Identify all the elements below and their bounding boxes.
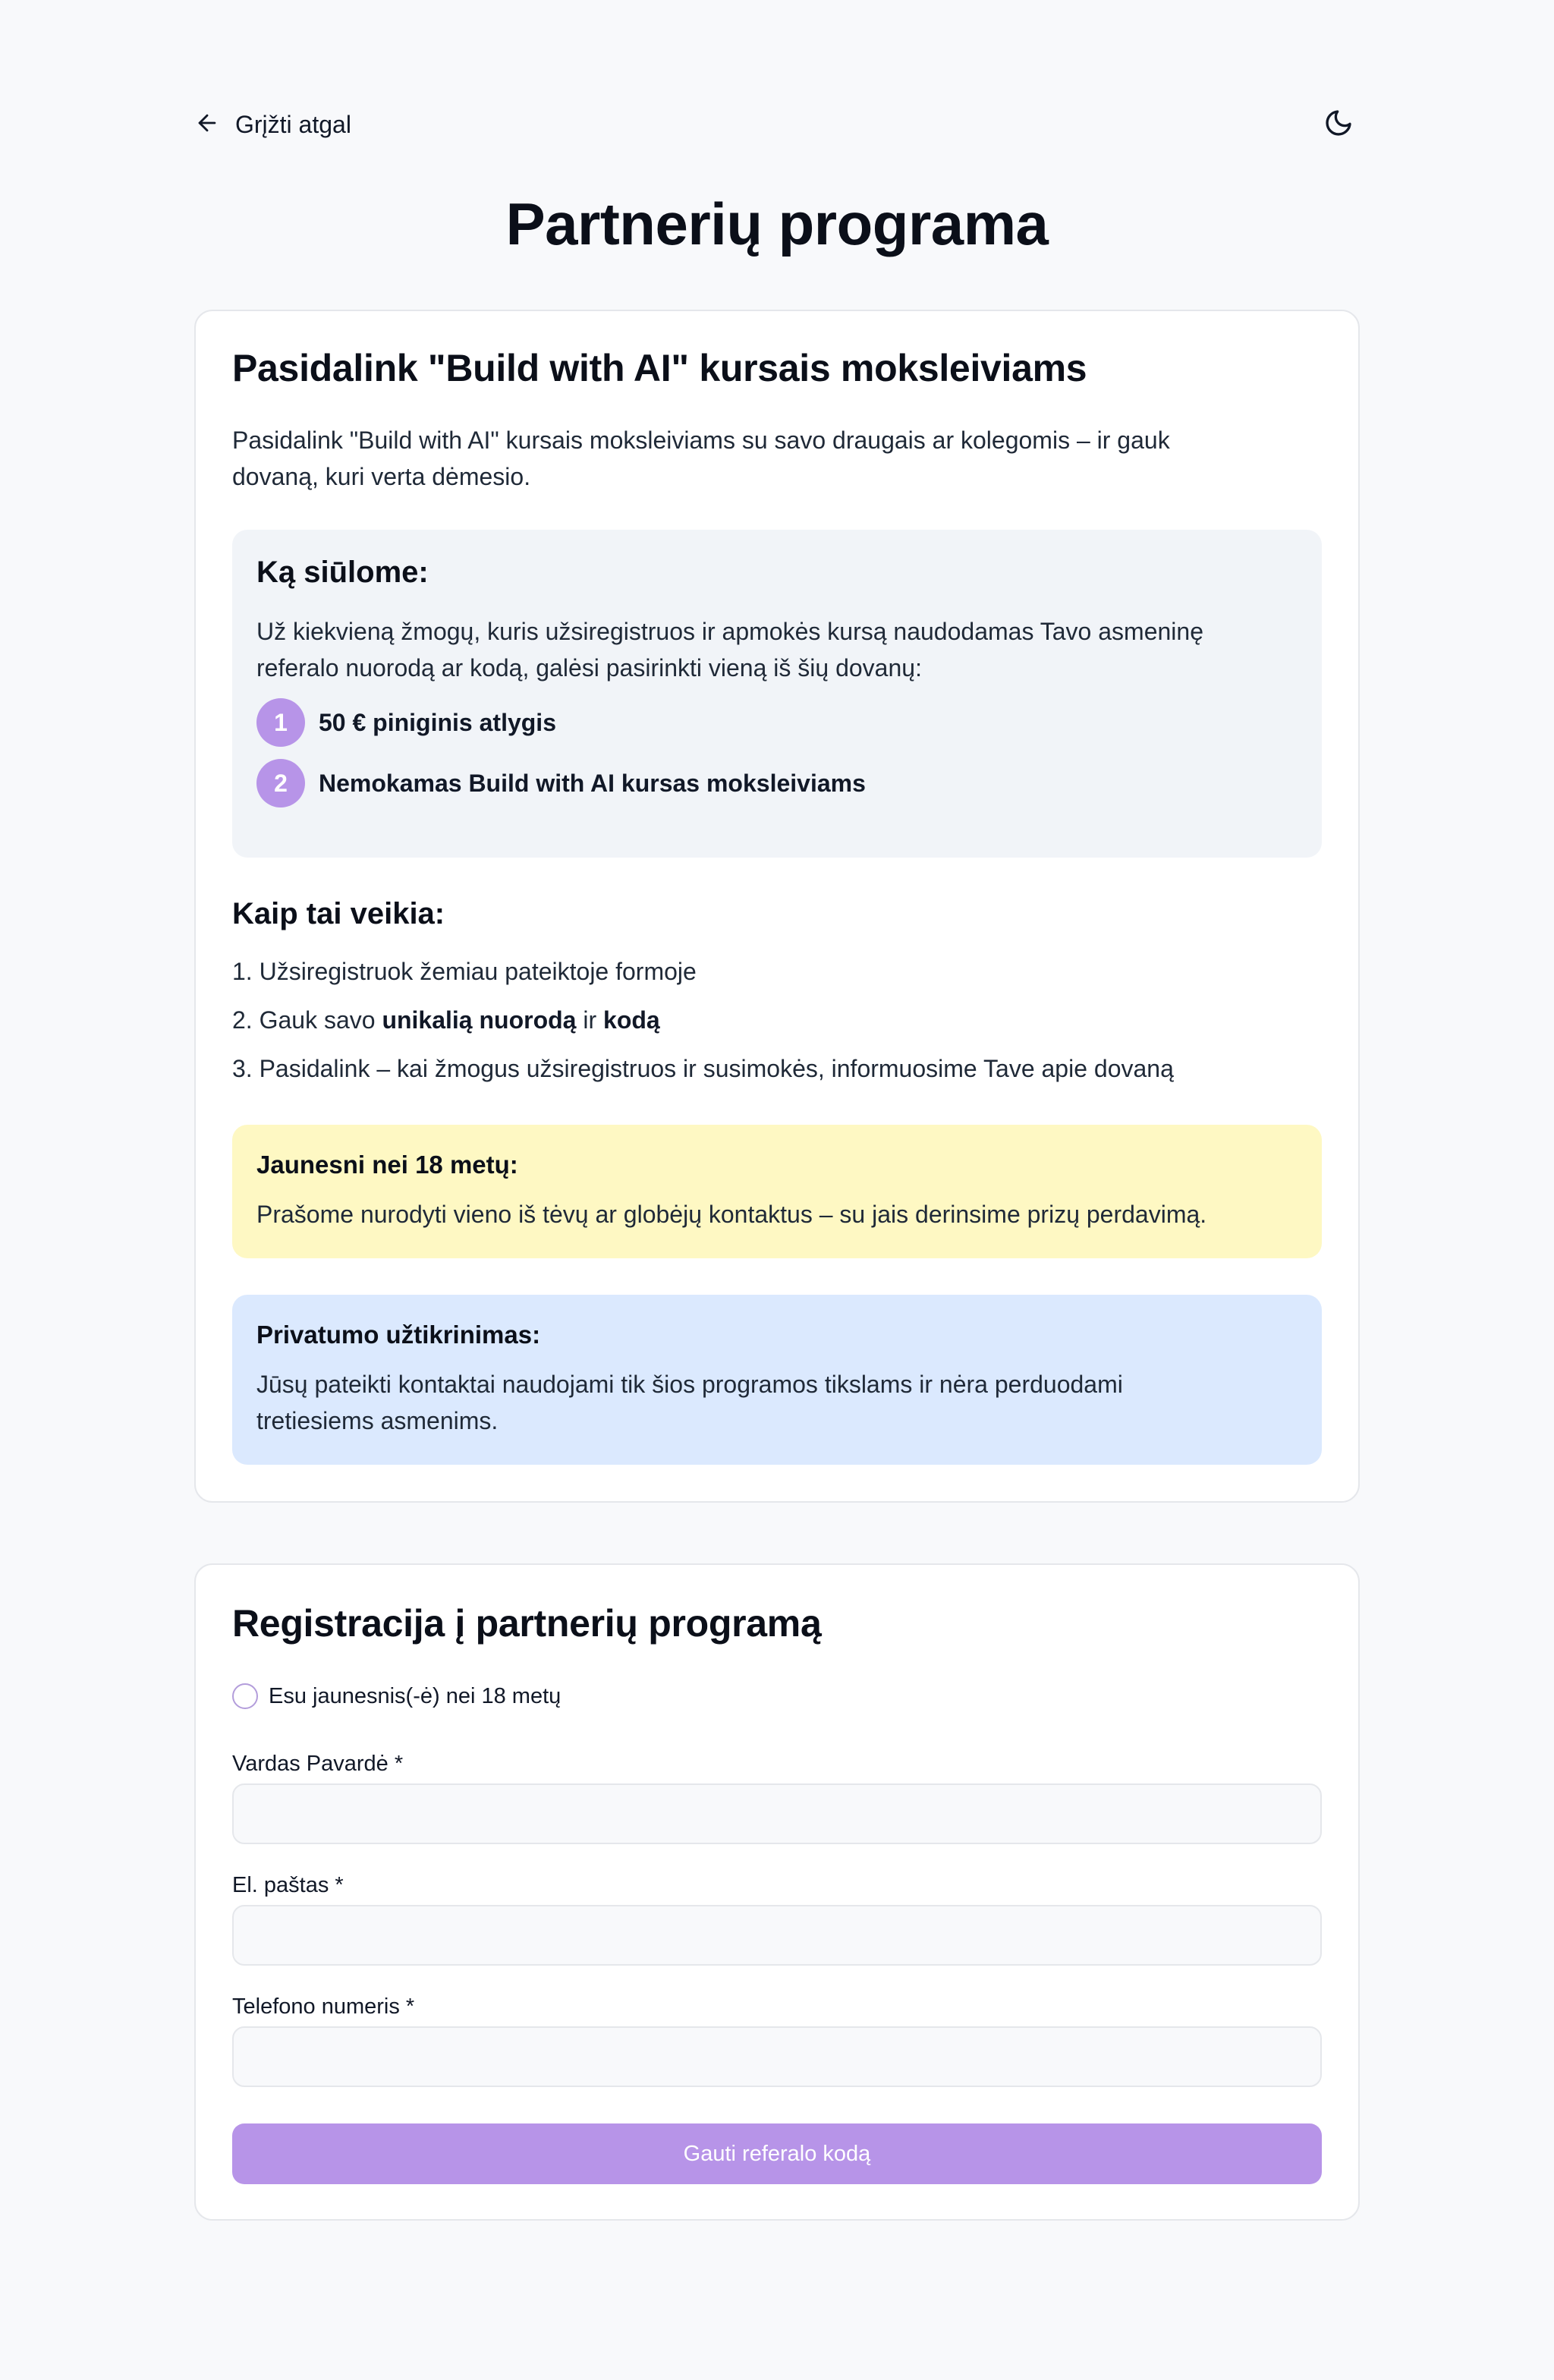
top-bar: Grįžti atgal — [194, 103, 1360, 146]
form-heading: Registracija į partnerių programą — [232, 1602, 822, 1645]
privacy-notice: Privatumo užtikrinimas: Jūsų pateikti ko… — [232, 1295, 1322, 1465]
name-label: Vardas Pavardė * — [232, 1752, 404, 1776]
how-it-works-title: Kaip tai veikia: — [232, 897, 445, 930]
step-3: 3. Pasidalink – kai žmogus užsiregistruo… — [232, 1055, 1174, 1082]
gift-item: 2 Nemokamas Build with AI kursas mokslei… — [256, 759, 866, 808]
offer-text-line-2: referalo nuorodą ar kodą, galėsi pasirin… — [256, 654, 922, 682]
registration-form-card: Registracija į partnerių programą Esu ja… — [194, 1563, 1360, 2221]
program-info-card: Pasidalink "Build with AI" kursais moksl… — [194, 310, 1360, 1503]
gift-item: 1 50 € piniginis atlygis — [256, 698, 556, 747]
minor-notice: Jaunesni nei 18 metų: Prašome nurodyti v… — [232, 1125, 1322, 1258]
gift-number-badge: 1 — [256, 698, 305, 747]
gift-number-badge: 2 — [256, 759, 305, 808]
email-label: El. paštas * — [232, 1873, 344, 1897]
offer-box: Ką siūlome: Už kiekvieną žmogų, kuris už… — [232, 530, 1322, 858]
minor-checkbox[interactable]: Esu jaunesnis(-ė) nei 18 metų — [232, 1683, 561, 1709]
offer-title: Ką siūlome: — [256, 556, 429, 589]
moon-icon — [1323, 108, 1354, 142]
privacy-notice-text-line-1: Jūsų pateikti kontaktai naudojami tik ši… — [256, 1371, 1123, 1398]
step-1: 1. Užsiregistruok žemiau pateiktoje form… — [232, 958, 697, 985]
page-title: Partnerių programa — [505, 190, 1049, 257]
name-field[interactable] — [232, 1783, 1322, 1844]
minor-checkbox-label: Esu jaunesnis(-ė) nei 18 metų — [269, 1683, 562, 1708]
intro-line-2: dovaną, kuri verta dėmesio. — [232, 463, 531, 490]
privacy-notice-text-line-2: tretiesiems asmenims. — [256, 1407, 499, 1434]
intro-line-1: Pasidalink "Build with AI" kursais moksl… — [232, 427, 1170, 454]
step-2: 2. Gauk savo unikalią nuorodą ir kodą — [232, 1006, 660, 1034]
minor-notice-title: Jaunesni nei 18 metų: — [256, 1151, 518, 1179]
privacy-notice-title: Privatumo užtikrinimas: — [256, 1321, 541, 1349]
gift-label: 50 € piniginis atlygis — [319, 708, 556, 736]
page: Grįžti atgal Partnerių programa Pasidali… — [0, 0, 1554, 2380]
phone-label: Telefono numeris * — [232, 1994, 415, 2019]
info-card-heading: Pasidalink "Build with AI" kursais moksl… — [232, 347, 1087, 389]
phone-field[interactable] — [232, 2026, 1322, 2087]
back-link-label: Grįžti atgal — [235, 110, 351, 138]
offer-text-line-1: Už kiekvieną žmogų, kuris užsiregistruos… — [256, 618, 1203, 645]
theme-toggle-button[interactable] — [1317, 103, 1360, 146]
back-link[interactable]: Grįžti atgal — [194, 103, 351, 146]
email-field[interactable] — [232, 1905, 1322, 1966]
arrow-left-icon — [194, 110, 220, 140]
minor-notice-text: Prašome nurodyti vieno iš tėvų ar globėj… — [256, 1201, 1207, 1228]
minor-radio-circle[interactable] — [232, 1683, 258, 1709]
get-referral-code-button[interactable]: Gauti referalo kodą — [232, 2123, 1322, 2184]
gift-label: Nemokamas Build with AI kursas moksleivi… — [319, 769, 866, 797]
